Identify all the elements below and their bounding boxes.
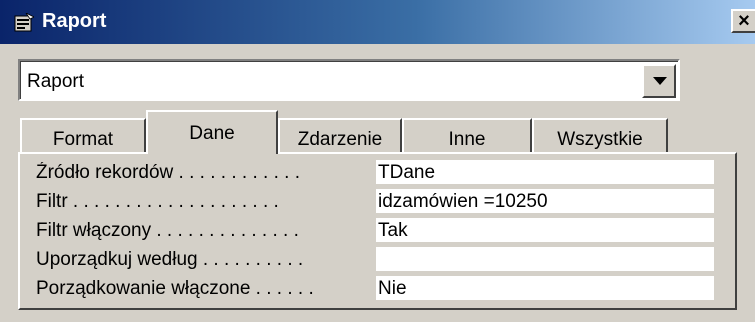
tab-label: Inne	[448, 129, 486, 150]
property-value-field[interactable]: Nie	[376, 276, 714, 300]
property-value-field[interactable]: idzamówien =10250	[376, 189, 714, 213]
close-icon: ×	[738, 10, 750, 32]
title-bar[interactable]: Raport ×	[0, 0, 755, 44]
property-label: Uporządkuj według . . . . . . . . . .	[36, 249, 304, 270]
property-value-field[interactable]	[376, 247, 714, 271]
object-selector[interactable]: Raport	[18, 59, 680, 101]
property-sheet-icon	[14, 11, 35, 33]
property-value-field[interactable]: TDane	[376, 160, 714, 184]
property-row-filter-on[interactable]: Filtr włączony . . . . . . . . . . . . .…	[20, 218, 735, 244]
object-selector-value: Raport	[27, 71, 85, 92]
window-title: Raport	[42, 10, 107, 32]
property-label: Porządkowanie włączone . . . . . .	[36, 278, 314, 299]
tab-label: Zdarzenie	[297, 129, 383, 150]
property-row-filter[interactable]: Filtr . . . . . . . . . . . . . . . . . …	[20, 189, 735, 215]
tab-format[interactable]: Format	[20, 118, 146, 152]
property-label: Filtr . . . . . . . . . . . . . . . . . …	[36, 191, 279, 212]
property-value-field[interactable]: Tak	[376, 218, 714, 242]
properties-panel: Źródło rekordów . . . . . . . . . . . . …	[18, 152, 737, 310]
tab-zdarzenie[interactable]: Zdarzenie	[278, 118, 402, 152]
property-row-record-source[interactable]: Źródło rekordów . . . . . . . . . . . . …	[20, 160, 735, 186]
tab-label: Format	[52, 129, 114, 150]
property-label: Filtr włączony . . . . . . . . . . . . .…	[36, 220, 299, 241]
close-button[interactable]: ×	[731, 9, 755, 33]
dropdown-arrow-icon	[653, 77, 667, 85]
tab-label: Wszystkie	[557, 129, 643, 150]
property-label: Źródło rekordów . . . . . . . . . . . .	[36, 162, 300, 183]
tab-inne[interactable]: Inne	[402, 118, 532, 152]
tab-wszystkie[interactable]: Wszystkie	[532, 118, 668, 152]
dropdown-button[interactable]	[642, 64, 676, 98]
tab-dane[interactable]: Dane	[146, 110, 278, 154]
tab-label: Dane	[189, 123, 235, 144]
property-row-order-by[interactable]: Uporządkuj według . . . . . . . . . .	[20, 247, 735, 273]
property-row-order-by-on[interactable]: Porządkowanie włączone . . . . . . Nie	[20, 276, 735, 302]
